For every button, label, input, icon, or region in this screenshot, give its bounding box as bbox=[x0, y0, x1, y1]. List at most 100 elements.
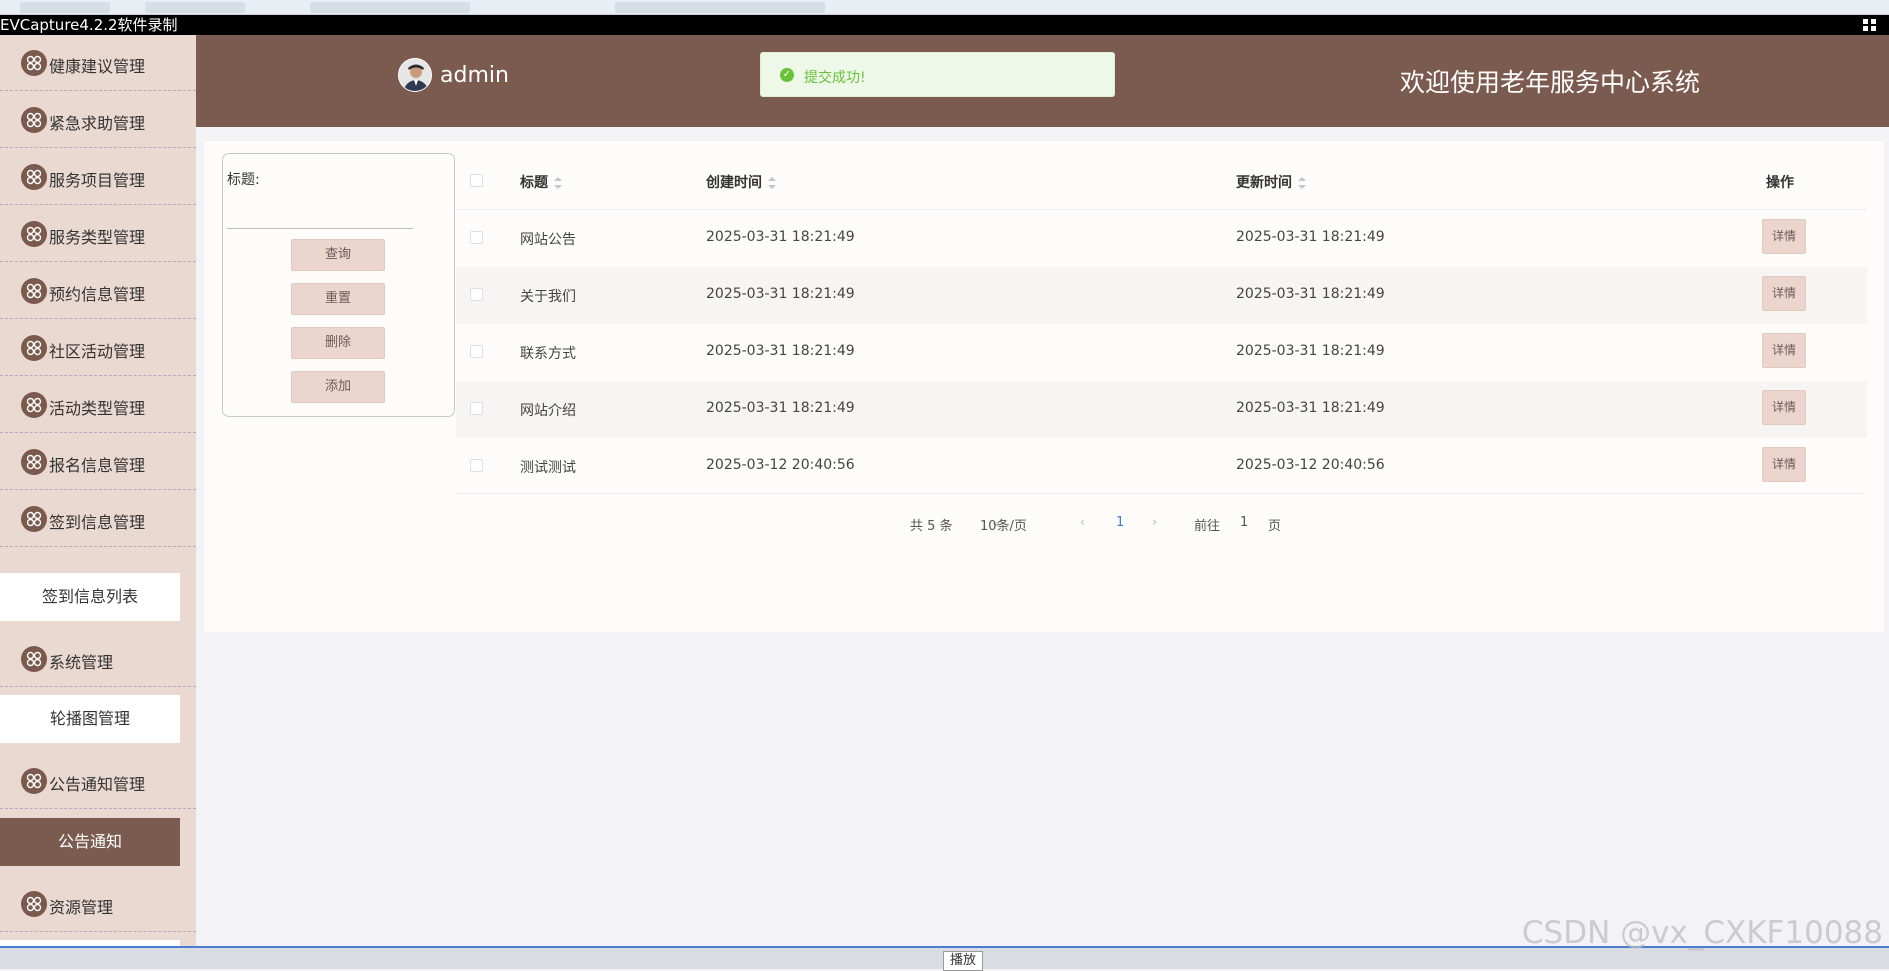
column-header-label: 创建时间 bbox=[706, 175, 762, 191]
sidebar-item-notices[interactable]: 公告通知管理 bbox=[0, 753, 196, 809]
detail-button[interactable]: 详情 bbox=[1762, 333, 1806, 368]
column-header-updated[interactable]: 更新时间 bbox=[1236, 172, 1306, 192]
row-checkbox[interactable] bbox=[470, 288, 483, 301]
sort-icon[interactable] bbox=[768, 177, 776, 189]
menu-icon bbox=[21, 164, 47, 190]
column-header-label: 标题 bbox=[520, 175, 548, 191]
detail-button[interactable]: 详情 bbox=[1762, 447, 1806, 482]
menu-icon bbox=[21, 107, 47, 133]
sidebar-item-label: 报名信息管理 bbox=[49, 456, 146, 475]
cell-title: 关于我们 bbox=[520, 289, 576, 305]
sidebar-item-activity-types[interactable]: 活动类型管理 bbox=[0, 377, 196, 433]
menu-icon bbox=[21, 891, 47, 917]
play-button[interactable]: 播放 bbox=[943, 951, 983, 971]
sidebar-item-label: 预约信息管理 bbox=[49, 285, 146, 304]
layout-icon[interactable] bbox=[1863, 19, 1877, 31]
sidebar-item-resources[interactable]: 资源管理 bbox=[0, 876, 196, 932]
title-filter-input[interactable] bbox=[227, 196, 413, 229]
column-header-title[interactable]: 标题 bbox=[520, 172, 562, 192]
cell-title: 网站公告 bbox=[520, 232, 576, 248]
browser-tab[interactable] bbox=[310, 2, 470, 13]
avatar[interactable] bbox=[398, 58, 432, 92]
username[interactable]: admin bbox=[440, 63, 509, 88]
goto-suffix: 页 bbox=[1268, 519, 1282, 534]
delete-button[interactable]: 删除 bbox=[291, 327, 385, 359]
menu-icon bbox=[21, 506, 47, 532]
sidebar-item-system[interactable]: 系统管理 bbox=[0, 631, 196, 687]
detail-button[interactable]: 详情 bbox=[1762, 276, 1806, 311]
row-checkbox[interactable] bbox=[470, 459, 483, 472]
cell-title: 网站介绍 bbox=[520, 403, 576, 419]
watermark: CSDN @vx_CXKF10088 bbox=[1521, 915, 1883, 951]
table-row: 网站介绍 2025-03-31 18:21:49 2025-03-31 18:2… bbox=[456, 381, 1867, 438]
cell-title: 联系方式 bbox=[520, 346, 576, 362]
table-row: 联系方式 2025-03-31 18:21:49 2025-03-31 18:2… bbox=[456, 324, 1867, 381]
browser-tab[interactable] bbox=[145, 2, 245, 13]
title-filter-label: 标题: bbox=[227, 172, 260, 188]
current-page[interactable]: 1 bbox=[1116, 515, 1124, 530]
reset-button[interactable]: 重置 bbox=[291, 283, 385, 315]
sidebar-item-appointments[interactable]: 预约信息管理 bbox=[0, 263, 196, 319]
sidebar-item-registrations[interactable]: 报名信息管理 bbox=[0, 434, 196, 490]
sidebar-subitem-checkin-list[interactable]: 签到信息列表 bbox=[0, 573, 180, 621]
cell-updated: 2025-03-31 18:21:49 bbox=[1236, 229, 1385, 245]
toast-message: 提交成功! bbox=[804, 70, 866, 86]
row-checkbox[interactable] bbox=[470, 402, 483, 415]
column-header-created[interactable]: 创建时间 bbox=[706, 172, 776, 192]
sidebar-item-community-activities[interactable]: 社区活动管理 bbox=[0, 320, 196, 376]
search-panel: 标题: 查询 重置 删除 添加 bbox=[222, 153, 455, 417]
browser-tab[interactable] bbox=[615, 2, 825, 13]
cell-created: 2025-03-31 18:21:49 bbox=[706, 400, 855, 416]
query-button[interactable]: 查询 bbox=[291, 239, 385, 271]
recorder-title: EVCapture4.2.2软件录制 bbox=[0, 16, 178, 34]
next-page-icon[interactable]: › bbox=[1152, 515, 1157, 530]
goto-page-input[interactable]: 1 bbox=[1240, 515, 1248, 530]
detail-button[interactable]: 详情 bbox=[1762, 390, 1806, 425]
column-header-actions: 操作 bbox=[1766, 175, 1794, 191]
cell-updated: 2025-03-31 18:21:49 bbox=[1236, 343, 1385, 359]
menu-icon bbox=[21, 221, 47, 247]
sidebar-item-label: 社区活动管理 bbox=[49, 342, 146, 361]
sidebar-item-service-items[interactable]: 服务项目管理 bbox=[0, 149, 196, 205]
cell-created: 2025-03-12 20:40:56 bbox=[706, 457, 855, 473]
sidebar-item-label: 服务项目管理 bbox=[49, 171, 146, 190]
page-size-select[interactable]: 10条/页 ⌄ bbox=[980, 515, 1027, 534]
table-row: 网站公告 2025-03-31 18:21:49 2025-03-31 18:2… bbox=[456, 210, 1867, 267]
cell-created: 2025-03-31 18:21:49 bbox=[706, 286, 855, 302]
sidebar-item-emergency-help[interactable]: 紧急求助管理 bbox=[0, 92, 196, 148]
row-checkbox[interactable] bbox=[470, 345, 483, 358]
table-divider bbox=[456, 493, 1867, 494]
cell-updated: 2025-03-12 20:40:56 bbox=[1236, 457, 1385, 473]
browser-tab-strip bbox=[0, 0, 1889, 15]
cell-updated: 2025-03-31 18:21:49 bbox=[1236, 286, 1385, 302]
sidebar-item-checkins[interactable]: 签到信息管理 bbox=[0, 491, 196, 547]
sidebar-subitem-carousel[interactable]: 轮播图管理 bbox=[0, 695, 180, 743]
table-header-row: 标题 创建时间 更新时间 操作 bbox=[456, 153, 1867, 210]
sort-icon[interactable] bbox=[554, 177, 562, 189]
sidebar-item-service-types[interactable]: 服务类型管理 bbox=[0, 206, 196, 262]
sidebar-item-label: 活动类型管理 bbox=[49, 399, 146, 418]
sort-icon[interactable] bbox=[1298, 177, 1306, 189]
sidebar: 健康建议管理 紧急求助管理 服务项目管理 服务类型管理 预约信息管理 社区活动管… bbox=[0, 35, 196, 969]
sidebar-subitem-notice-active[interactable]: 公告通知 bbox=[0, 818, 180, 866]
recorder-bar: EVCapture4.2.2软件录制 bbox=[0, 15, 1889, 35]
menu-icon bbox=[21, 449, 47, 475]
add-button[interactable]: 添加 bbox=[291, 371, 385, 403]
sidebar-item-label: 签到信息管理 bbox=[49, 513, 146, 532]
table-row: 关于我们 2025-03-31 18:21:49 2025-03-31 18:2… bbox=[456, 267, 1867, 324]
sidebar-item-label: 服务类型管理 bbox=[49, 228, 146, 247]
prev-page-icon[interactable]: ‹ bbox=[1080, 515, 1085, 530]
main-content: 标题: 查询 重置 删除 添加 标题 创建时间 更新时间 操作 网站公告 202… bbox=[204, 141, 1884, 632]
cell-title: 测试测试 bbox=[520, 460, 576, 476]
success-toast: ✓ 提交成功! bbox=[760, 52, 1115, 97]
detail-button[interactable]: 详情 bbox=[1762, 219, 1806, 254]
sidebar-item-label: 资源管理 bbox=[49, 898, 114, 917]
sidebar-item-health-advice[interactable]: 健康建议管理 bbox=[0, 35, 196, 91]
success-check-icon: ✓ bbox=[780, 68, 794, 82]
sidebar-item-label: 公告通知管理 bbox=[49, 775, 146, 794]
sidebar-item-label: 系统管理 bbox=[49, 653, 114, 672]
select-all-checkbox[interactable] bbox=[470, 174, 483, 187]
row-checkbox[interactable] bbox=[470, 231, 483, 244]
menu-icon bbox=[21, 335, 47, 361]
browser-tab[interactable] bbox=[20, 2, 110, 13]
